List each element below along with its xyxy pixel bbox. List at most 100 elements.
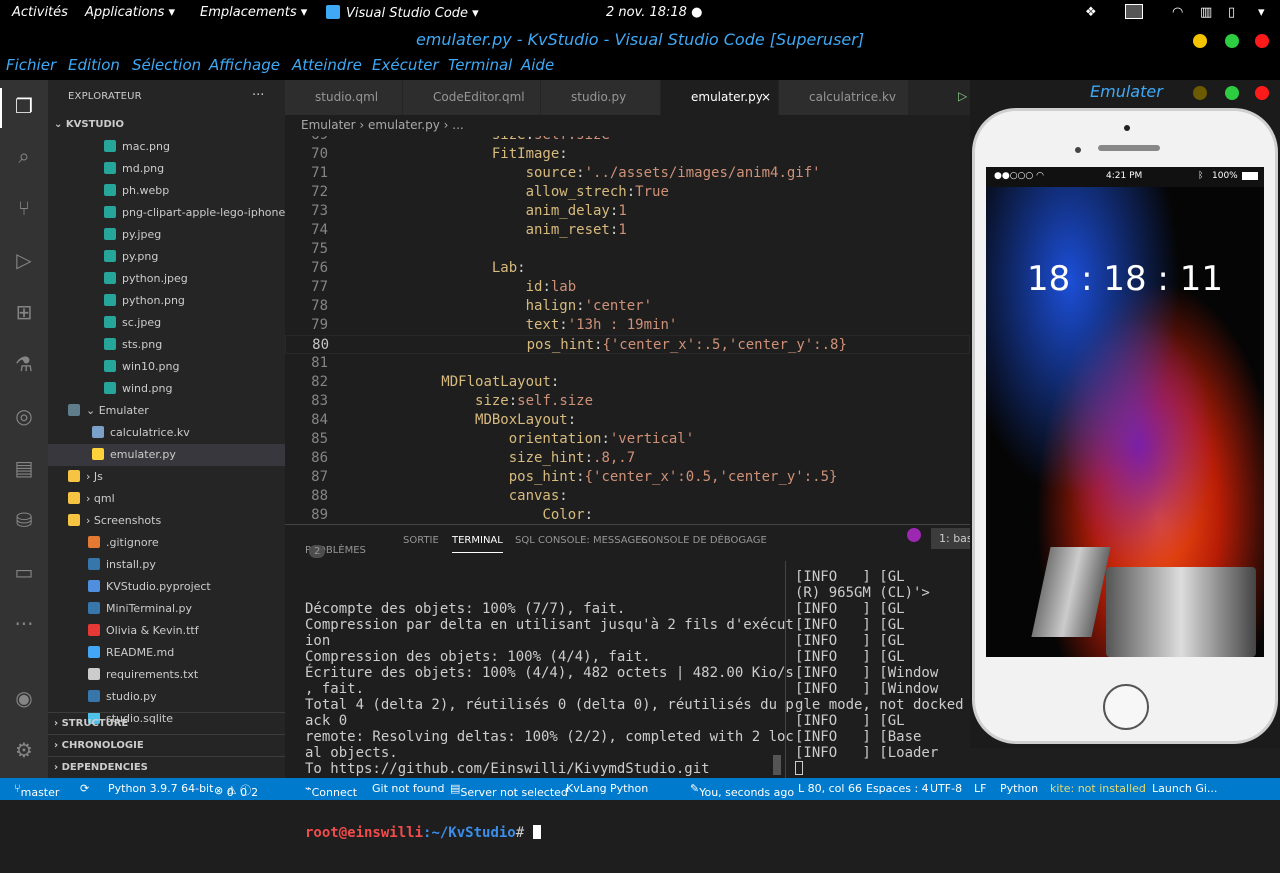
code-line[interactable]: 75	[285, 240, 970, 259]
explorer-icon[interactable]: ❐	[12, 94, 36, 118]
home-button[interactable]	[1103, 684, 1149, 730]
tab-terminal[interactable]: TERMINAL	[452, 535, 503, 553]
file-item[interactable]: png-clipart-apple-lego-iphone-...	[48, 202, 285, 224]
code-line[interactable]: 80 pos_hint:{'center_x':.5,'center_y':.8…	[285, 335, 970, 354]
emulator-close-button[interactable]	[1255, 86, 1269, 100]
language-mode[interactable]: Python	[1000, 782, 1038, 795]
file-item[interactable]: win10.png	[48, 356, 285, 378]
explorer-more-icon[interactable]: ···	[252, 88, 264, 103]
tab-output[interactable]: SORTIE	[403, 535, 439, 546]
file-item[interactable]: ph.webp	[48, 180, 285, 202]
tab-studio-qml[interactable]: studio.qml	[285, 80, 403, 115]
file-item[interactable]: py.jpeg	[48, 224, 285, 246]
dependencies-section[interactable]: › DEPENDENCIES	[48, 756, 285, 778]
applications-menu[interactable]: Applications ▾	[85, 5, 175, 20]
indentation[interactable]: Espaces : 4	[866, 782, 929, 795]
code-line[interactable]: 78 halign:'center'	[285, 297, 970, 316]
menu-edit[interactable]: Edition	[68, 56, 120, 74]
run-debug-icon[interactable]: ▷	[12, 248, 36, 272]
file-item[interactable]: sts.png	[48, 334, 285, 356]
file-item[interactable]: md.png	[48, 158, 285, 180]
end-of-line[interactable]: LF	[974, 782, 986, 795]
file-item[interactable]: mac.png	[48, 136, 285, 158]
file-item[interactable]: requirements.txt	[48, 664, 285, 686]
app-menu[interactable]: Visual Studio Code ▾	[326, 5, 479, 21]
activities-button[interactable]: Activités	[12, 5, 68, 20]
tab-calculatrice-kv[interactable]: calculatrice.kv	[779, 80, 909, 115]
cursor-position[interactable]: L 80, col 66	[798, 782, 862, 795]
code-line[interactable]: 81	[285, 354, 970, 373]
workspace-root[interactable]: ⌄ KVSTUDIO	[48, 114, 285, 136]
file-item[interactable]: emulater.py	[48, 444, 285, 466]
file-item[interactable]: python.png	[48, 290, 285, 312]
tab-debug-console[interactable]: CONSOLE DE DÉBOGAGE	[641, 535, 767, 546]
emulator-screen[interactable]: ●●○○○ ◠ 4:21 PM ᛒ 100% 18 : 18 : 11	[986, 167, 1264, 657]
places-menu[interactable]: Emplacements ▾	[200, 5, 307, 20]
code-line[interactable]: 70 FitImage:	[285, 145, 970, 164]
emulator-minimize-button[interactable]	[1193, 86, 1207, 100]
file-item[interactable]: python.jpeg	[48, 268, 285, 290]
file-item[interactable]: README.md	[48, 642, 285, 664]
code-line[interactable]: 73 anim_delay:1	[285, 202, 970, 221]
maximize-button[interactable]	[1225, 34, 1239, 48]
code-line[interactable]: 84 MDBoxLayout:	[285, 411, 970, 430]
menu-selection[interactable]: Sélection	[132, 56, 201, 74]
extensions-icon[interactable]: ⊞	[12, 300, 36, 324]
file-item[interactable]: .gitignore	[48, 532, 285, 554]
settings-gear-icon[interactable]: ⚙	[12, 738, 36, 762]
code-line[interactable]: 72 allow_strech:True	[285, 183, 970, 202]
code-line[interactable]: 76 Lab:	[285, 259, 970, 278]
file-item[interactable]: KVStudio.pyproject	[48, 576, 285, 598]
terminal-prompt[interactable]: root@einswilli:~/KvStudio#	[305, 825, 785, 841]
folder-item[interactable]: › qml	[48, 488, 285, 510]
close-button[interactable]	[1255, 34, 1269, 48]
file-item[interactable]: studio.py	[48, 686, 285, 708]
folder-item[interactable]: › Js	[48, 466, 285, 488]
git-status[interactable]: Git not found	[372, 782, 444, 795]
file-item[interactable]: sc.jpeg	[48, 312, 285, 334]
tab-studio-py[interactable]: studio.py	[541, 80, 661, 115]
connect-button[interactable]: ⌁ Connect	[305, 782, 357, 799]
python-interpreter[interactable]: Python 3.9.7 64-bit	[108, 782, 213, 795]
docker-icon[interactable]: ▤	[12, 456, 36, 480]
git-graph-icon[interactable]: ◎	[12, 404, 36, 428]
remote-explorer-icon[interactable]: ▭	[12, 560, 36, 584]
power-menu-icon[interactable]: ▾	[1258, 5, 1265, 20]
menu-file[interactable]: Fichier	[6, 56, 56, 74]
terminal-split-divider[interactable]	[785, 561, 786, 779]
code-line[interactable]: 89 Color:	[285, 506, 970, 524]
code-line[interactable]: 69 size:self.size	[285, 136, 970, 145]
structure-section[interactable]: › STRUCTURE	[48, 712, 285, 734]
terminal-scrollbar[interactable]	[773, 755, 781, 775]
code-line[interactable]: 82 MDFloatLayout:	[285, 373, 970, 392]
folder-item[interactable]: › Screenshots	[48, 510, 285, 532]
branch-indicator[interactable]: ⑂ master	[14, 782, 59, 799]
clock[interactable]: 2 nov. 18:18 ●	[606, 5, 702, 20]
source-control-icon[interactable]: ⑂	[12, 196, 36, 220]
encoding[interactable]: UTF-8	[930, 782, 962, 795]
code-line[interactable]: 71 source:'../assets/images/anim4.gif'	[285, 164, 970, 183]
launch-status[interactable]: Launch Gi...	[1152, 782, 1217, 795]
file-item[interactable]: MiniTerminal.py	[48, 598, 285, 620]
git-blame[interactable]: ✎ You, seconds ago	[690, 782, 794, 799]
menu-terminal[interactable]: Terminal	[448, 56, 512, 74]
kite-status[interactable]: kite: not installed	[1050, 782, 1146, 795]
terminal-output[interactable]: Décompte des objets: 100% (7/7), fait. C…	[305, 569, 794, 873]
code-line[interactable]: 86 size_hint:.8,.7	[285, 449, 970, 468]
tab-codeeditor-qml[interactable]: CodeEditor.qml	[403, 80, 541, 115]
code-editor[interactable]: 69 size:self.size70 FitImage:71 source:'…	[285, 136, 970, 524]
tab-sql-console[interactable]: SQL CONSOLE: MESSAGES	[515, 535, 648, 546]
menu-run[interactable]: Exécuter	[372, 56, 439, 74]
menu-view[interactable]: Affichage	[209, 56, 280, 74]
folder-emulater[interactable]: ⌄ Emulater	[48, 400, 285, 422]
tab-emulater-py[interactable]: emulater.py ×	[661, 80, 779, 115]
tab-close-icon[interactable]: ×	[761, 80, 771, 115]
file-item[interactable]: calculatrice.kv	[48, 422, 285, 444]
search-icon[interactable]: ⌕	[12, 144, 36, 168]
code-line[interactable]: 83 size:self.size	[285, 392, 970, 411]
sync-icon[interactable]: ⟳	[80, 782, 89, 795]
code-line[interactable]: 79 text:'13h : 19min'	[285, 316, 970, 335]
testing-icon[interactable]: ⚗	[12, 352, 36, 376]
file-item[interactable]: Olivia & Kevin.ttf	[48, 620, 285, 642]
code-line[interactable]: 77 id:lab	[285, 278, 970, 297]
